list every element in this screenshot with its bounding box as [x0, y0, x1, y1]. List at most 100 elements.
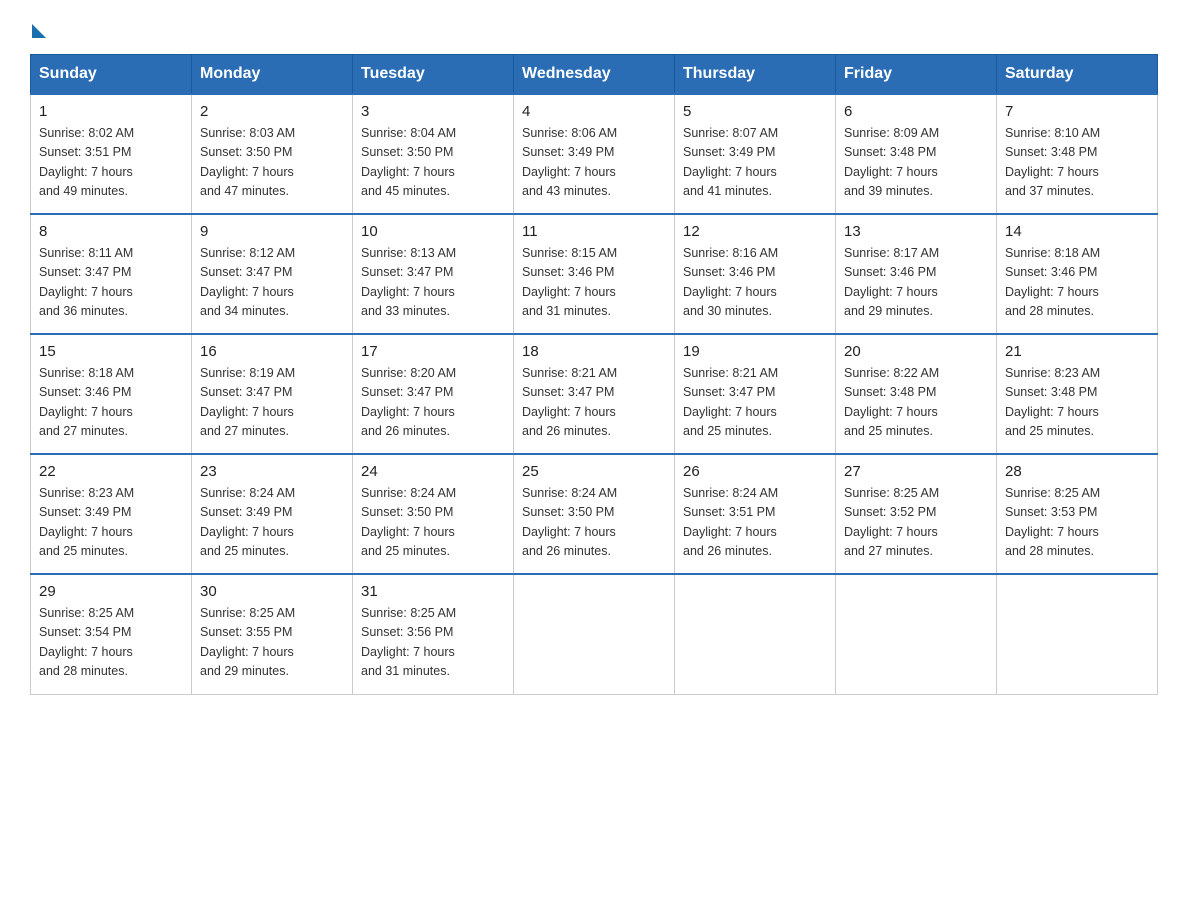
day-number: 26	[683, 463, 827, 480]
calendar-cell: 3Sunrise: 8:04 AMSunset: 3:50 PMDaylight…	[353, 94, 514, 214]
calendar-cell: 7 Sunrise: 8:10 AMSunset: 3:48 PMDaylight…	[997, 94, 1158, 214]
day-info: Sunrise: 8:24 AMSunset: 3:51 PMDaylight:…	[683, 484, 827, 562]
day-info: Sunrise: 8:17 AMSunset: 3:46 PMDaylight:…	[844, 244, 988, 322]
calendar-cell: 28Sunrise: 8:25 AMSunset: 3:53 PMDayligh…	[997, 454, 1158, 574]
calendar-cell: 22Sunrise: 8:23 AMSunset: 3:49 PMDayligh…	[31, 454, 192, 574]
day-number: 15	[39, 343, 183, 360]
day-info: Sunrise: 8:18 AMSunset: 3:46 PMDaylight:…	[1005, 244, 1149, 322]
calendar-cell: 18 Sunrise: 8:21 AMSunset: 3:47 PMDayligh…	[514, 334, 675, 454]
day-info: Sunrise: 8:02 AMSunset: 3:51 PMDaylight:…	[39, 124, 183, 202]
calendar-cell: 30 Sunrise: 8:25 AMSunset: 3:55 PMDayligh…	[192, 574, 353, 694]
day-info: Sunrise: 8:23 AMSunset: 3:48 PMDaylight:…	[1005, 364, 1149, 442]
calendar-cell	[997, 574, 1158, 694]
logo	[30, 20, 46, 34]
calendar-cell: 5 Sunrise: 8:07 AMSunset: 3:49 PMDaylight…	[675, 94, 836, 214]
day-info: Sunrise: 8:24 AMSunset: 3:50 PMDaylight:…	[361, 484, 505, 562]
day-info: Sunrise: 8:25 AMSunset: 3:54 PMDaylight:…	[39, 604, 183, 682]
calendar-cell: 4 Sunrise: 8:06 AMSunset: 3:49 PMDaylight…	[514, 94, 675, 214]
header-day-friday: Friday	[836, 55, 997, 95]
calendar-cell: 15 Sunrise: 8:18 AMSunset: 3:46 PMDayligh…	[31, 334, 192, 454]
day-info: Sunrise: 8:15 AMSunset: 3:46 PMDaylight:…	[522, 244, 666, 322]
logo-triangle-icon	[32, 24, 46, 38]
week-row-1: 1 Sunrise: 8:02 AMSunset: 3:51 PMDaylight…	[31, 94, 1158, 214]
day-info: Sunrise: 8:20 AMSunset: 3:47 PMDaylight:…	[361, 364, 505, 442]
day-number: 14	[1005, 223, 1149, 240]
day-number: 28	[1005, 463, 1149, 480]
day-info: Sunrise: 8:09 AMSunset: 3:48 PMDaylight:…	[844, 124, 988, 202]
calendar-cell: 16Sunrise: 8:19 AMSunset: 3:47 PMDayligh…	[192, 334, 353, 454]
day-number: 7	[1005, 103, 1149, 120]
header-day-wednesday: Wednesday	[514, 55, 675, 95]
day-info: Sunrise: 8:25 AMSunset: 3:52 PMDaylight:…	[844, 484, 988, 562]
week-row-2: 8 Sunrise: 8:11 AMSunset: 3:47 PMDaylight…	[31, 214, 1158, 334]
day-number: 6	[844, 103, 988, 120]
day-number: 5	[683, 103, 827, 120]
calendar-cell: 17 Sunrise: 8:20 AMSunset: 3:47 PMDayligh…	[353, 334, 514, 454]
day-info: Sunrise: 8:25 AMSunset: 3:55 PMDaylight:…	[200, 604, 344, 682]
day-info: Sunrise: 8:10 AMSunset: 3:48 PMDaylight:…	[1005, 124, 1149, 202]
calendar-cell	[836, 574, 997, 694]
day-info: Sunrise: 8:13 AMSunset: 3:47 PMDaylight:…	[361, 244, 505, 322]
calendar-cell: 20 Sunrise: 8:22 AMSunset: 3:48 PMDayligh…	[836, 334, 997, 454]
calendar-cell: 1 Sunrise: 8:02 AMSunset: 3:51 PMDaylight…	[31, 94, 192, 214]
calendar-cell: 13 Sunrise: 8:17 AMSunset: 3:46 PMDayligh…	[836, 214, 997, 334]
page-header	[30, 20, 1158, 34]
day-info: Sunrise: 8:24 AMSunset: 3:50 PMDaylight:…	[522, 484, 666, 562]
day-info: Sunrise: 8:12 AMSunset: 3:47 PMDaylight:…	[200, 244, 344, 322]
day-number: 27	[844, 463, 988, 480]
day-info: Sunrise: 8:25 AMSunset: 3:56 PMDaylight:…	[361, 604, 505, 682]
day-info: Sunrise: 8:18 AMSunset: 3:46 PMDaylight:…	[39, 364, 183, 442]
header-day-saturday: Saturday	[997, 55, 1158, 95]
calendar-cell: 26 Sunrise: 8:24 AMSunset: 3:51 PMDayligh…	[675, 454, 836, 574]
day-number: 11	[522, 223, 666, 240]
header-day-monday: Monday	[192, 55, 353, 95]
calendar-cell: 27 Sunrise: 8:25 AMSunset: 3:52 PMDayligh…	[836, 454, 997, 574]
day-number: 3	[361, 103, 505, 120]
calendar-cell: 24 Sunrise: 8:24 AMSunset: 3:50 PMDayligh…	[353, 454, 514, 574]
header-day-sunday: Sunday	[31, 55, 192, 95]
day-number: 1	[39, 103, 183, 120]
day-number: 19	[683, 343, 827, 360]
day-number: 18	[522, 343, 666, 360]
calendar-cell: 11 Sunrise: 8:15 AMSunset: 3:46 PMDayligh…	[514, 214, 675, 334]
day-number: 4	[522, 103, 666, 120]
calendar-cell: 2Sunrise: 8:03 AMSunset: 3:50 PMDaylight…	[192, 94, 353, 214]
day-number: 25	[522, 463, 666, 480]
day-number: 16	[200, 343, 344, 360]
header-row: SundayMondayTuesdayWednesdayThursdayFrid…	[31, 55, 1158, 95]
calendar-cell: 12Sunrise: 8:16 AMSunset: 3:46 PMDayligh…	[675, 214, 836, 334]
calendar-header: SundayMondayTuesdayWednesdayThursdayFrid…	[31, 55, 1158, 95]
week-row-4: 22Sunrise: 8:23 AMSunset: 3:49 PMDayligh…	[31, 454, 1158, 574]
day-number: 31	[361, 583, 505, 600]
week-row-5: 29Sunrise: 8:25 AMSunset: 3:54 PMDayligh…	[31, 574, 1158, 694]
day-info: Sunrise: 8:21 AMSunset: 3:47 PMDaylight:…	[522, 364, 666, 442]
day-number: 24	[361, 463, 505, 480]
day-info: Sunrise: 8:06 AMSunset: 3:49 PMDaylight:…	[522, 124, 666, 202]
calendar-cell: 23 Sunrise: 8:24 AMSunset: 3:49 PMDayligh…	[192, 454, 353, 574]
calendar-cell: 31 Sunrise: 8:25 AMSunset: 3:56 PMDayligh…	[353, 574, 514, 694]
calendar-cell: 10 Sunrise: 8:13 AMSunset: 3:47 PMDayligh…	[353, 214, 514, 334]
calendar-cell	[675, 574, 836, 694]
day-number: 13	[844, 223, 988, 240]
day-number: 12	[683, 223, 827, 240]
day-number: 9	[200, 223, 344, 240]
day-number: 8	[39, 223, 183, 240]
week-row-3: 15 Sunrise: 8:18 AMSunset: 3:46 PMDayligh…	[31, 334, 1158, 454]
day-number: 30	[200, 583, 344, 600]
calendar-cell: 19Sunrise: 8:21 AMSunset: 3:47 PMDayligh…	[675, 334, 836, 454]
day-number: 10	[361, 223, 505, 240]
day-info: Sunrise: 8:07 AMSunset: 3:49 PMDaylight:…	[683, 124, 827, 202]
day-info: Sunrise: 8:24 AMSunset: 3:49 PMDaylight:…	[200, 484, 344, 562]
calendar-cell: 6 Sunrise: 8:09 AMSunset: 3:48 PMDaylight…	[836, 94, 997, 214]
header-day-thursday: Thursday	[675, 55, 836, 95]
calendar-cell: 25 Sunrise: 8:24 AMSunset: 3:50 PMDayligh…	[514, 454, 675, 574]
day-number: 22	[39, 463, 183, 480]
day-info: Sunrise: 8:22 AMSunset: 3:48 PMDaylight:…	[844, 364, 988, 442]
day-number: 23	[200, 463, 344, 480]
calendar-body: 1 Sunrise: 8:02 AMSunset: 3:51 PMDaylight…	[31, 94, 1158, 694]
day-number: 20	[844, 343, 988, 360]
header-day-tuesday: Tuesday	[353, 55, 514, 95]
calendar-cell: 8 Sunrise: 8:11 AMSunset: 3:47 PMDaylight…	[31, 214, 192, 334]
day-info: Sunrise: 8:11 AMSunset: 3:47 PMDaylight:…	[39, 244, 183, 322]
day-number: 17	[361, 343, 505, 360]
